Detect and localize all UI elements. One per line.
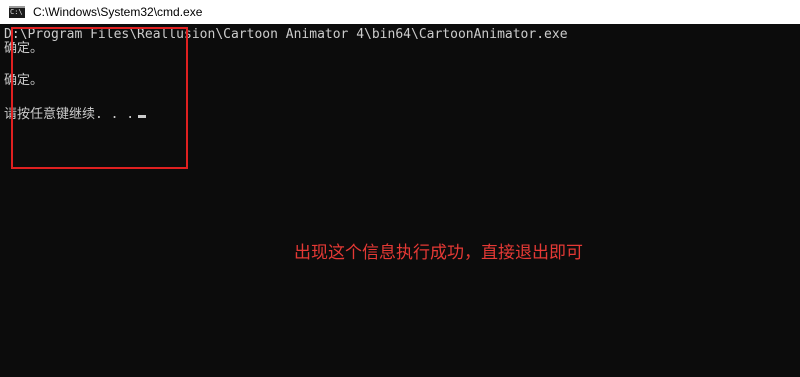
cmd-console-icon [9,6,25,18]
text-cursor [138,115,147,118]
console-output-area[interactable]: D:\Program Files\Reallusion\Cartoon Anim… [0,24,800,377]
press-key-text: 请按任意键继续. . . [4,107,135,122]
console-line-press-key: 请按任意键继续. . . [4,107,147,123]
window-title: C:\Windows\System32\cmd.exe [33,5,203,19]
window-titlebar: C:\Windows\System32\cmd.exe [0,0,800,24]
console-line-ok-2: 确定。 [4,73,44,88]
console-line-ok-1: 确定。 [4,41,44,56]
console-line-path: D:\Program Files\Reallusion\Cartoon Anim… [4,27,568,42]
annotation-text: 出现这个信息执行成功，直接退出即可 [294,243,583,263]
